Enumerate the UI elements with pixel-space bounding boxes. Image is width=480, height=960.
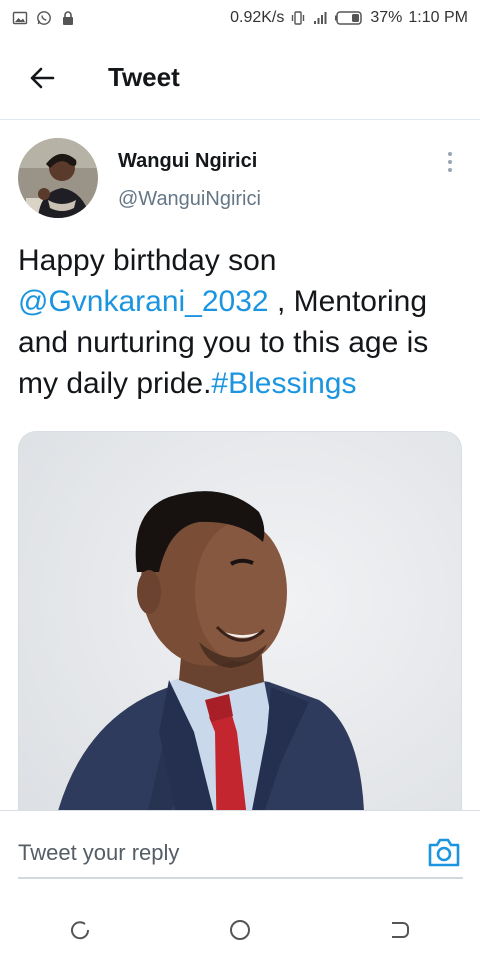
avatar-image [18,138,98,218]
whatsapp-icon [37,11,51,25]
reply-input[interactable] [18,829,463,879]
recents-nav-icon [392,922,409,938]
nav-back-button[interactable] [50,905,110,955]
page-title: Tweet [108,62,180,92]
battery-icon [335,11,363,25]
signal-icon [314,12,327,24]
more-vertical-icon [448,152,452,156]
network-speed: 0.92K/s [230,9,285,26]
tweet-text-part: Happy birthday son [18,244,277,277]
author-handle[interactable]: @WanguiNgirici [118,188,261,211]
status-left [12,10,76,26]
vibrate-icon [292,11,305,25]
status-bar: 0.92K/s 37% 1:10 PM [0,0,480,36]
tweet-text: Happy birthday son @Gvnkarani_2032 , Men… [18,240,464,404]
mention-link[interactable]: @Gvnkarani_2032 [18,285,269,318]
back-button[interactable] [12,48,72,108]
tweet-media[interactable] [18,431,462,810]
avatar[interactable] [18,138,98,218]
camera-icon [428,838,460,867]
tweet-detail: Wangui Ngirici @WanguiNgirici Happy birt… [0,120,480,810]
clock: 1:10 PM [408,9,468,26]
home-nav-icon [230,920,250,940]
status-right: 0.92K/s 37% 1:10 PM [230,9,468,27]
nav-home-button[interactable] [210,905,270,955]
app-bar: Tweet [0,36,480,120]
lock-icon [63,11,73,25]
camera-button[interactable] [424,833,464,873]
back-nav-icon [71,921,90,940]
reply-bar [0,810,480,900]
tweet-photo [19,432,461,810]
battery-level: 37% [370,9,403,26]
arrow-left-icon [30,67,55,88]
hashtag-link[interactable]: #Blessings [211,367,356,400]
nav-recents-button[interactable] [370,905,430,955]
author-name[interactable]: Wangui Ngirici [118,150,257,173]
system-nav-bar [0,900,480,960]
more-options-button[interactable] [436,148,464,176]
image-icon [12,11,28,25]
